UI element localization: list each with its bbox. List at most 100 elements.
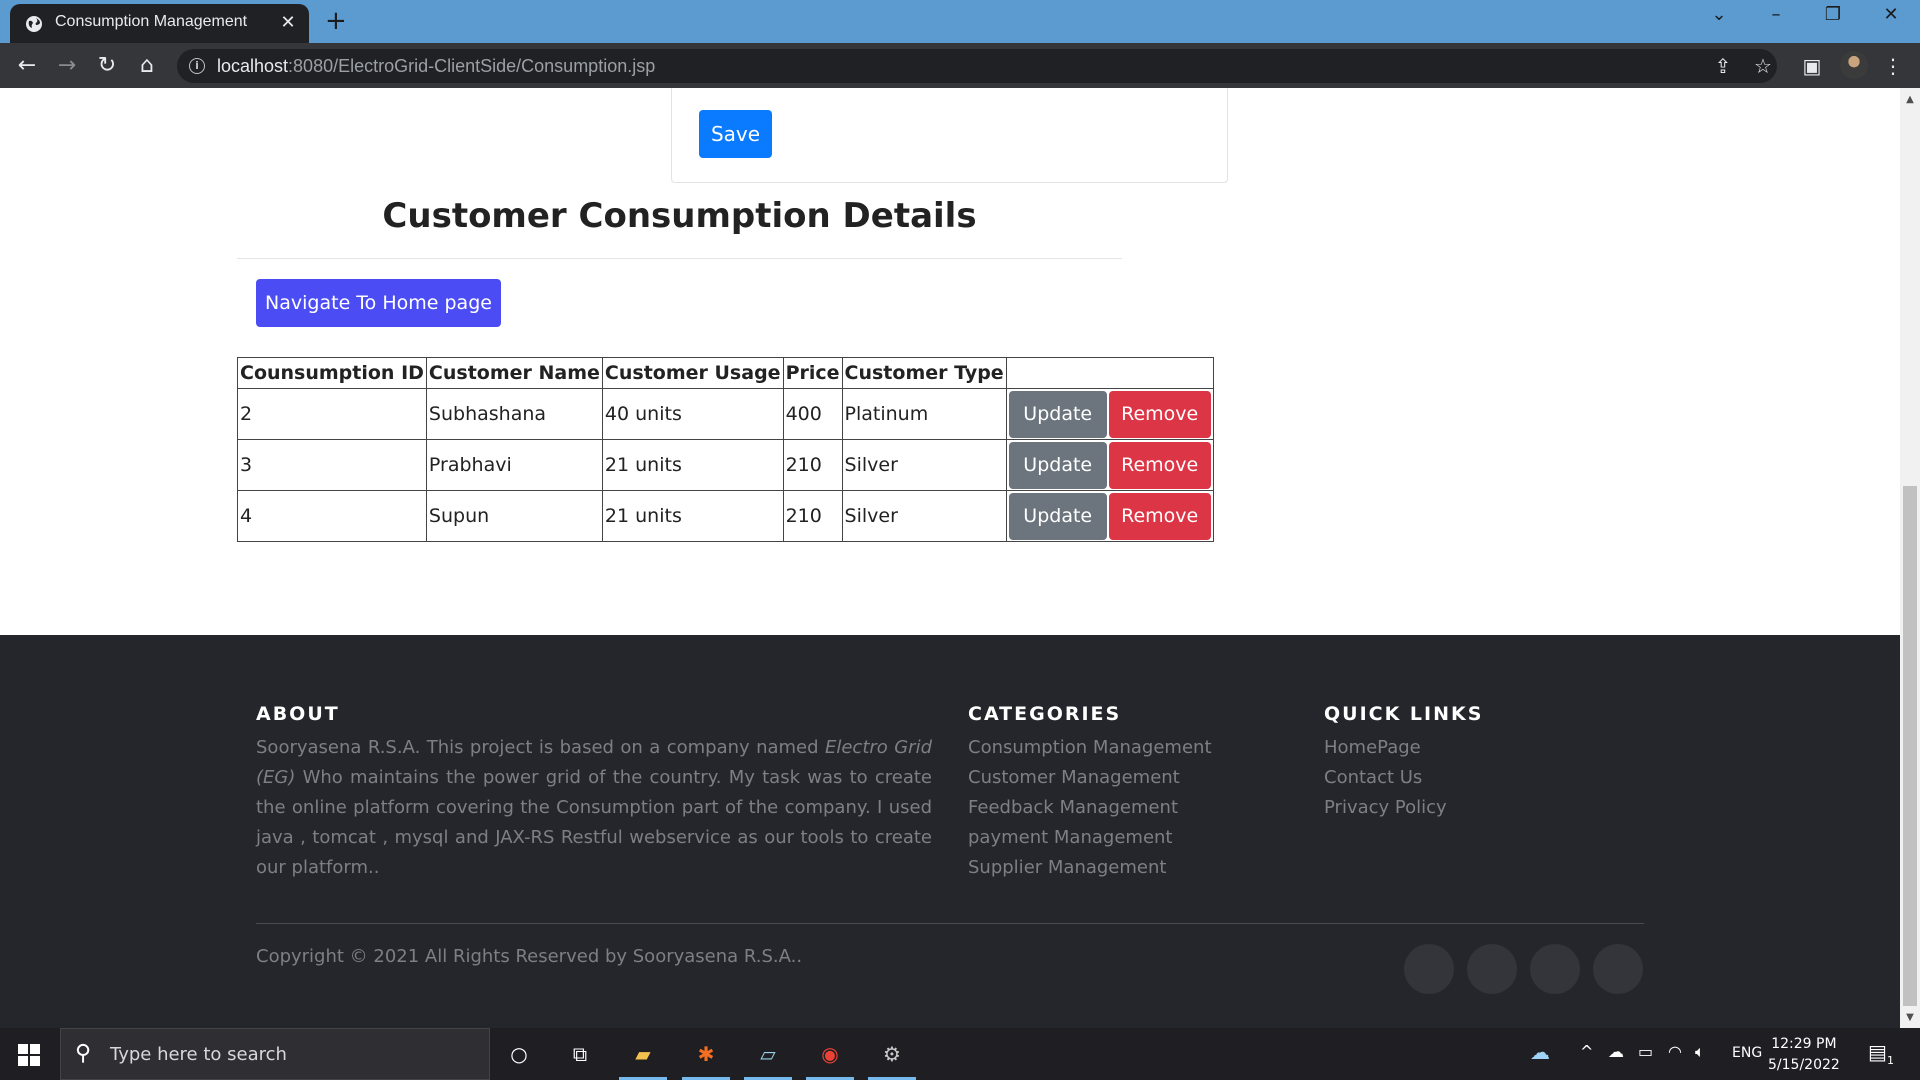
tab-search-chevron-icon[interactable]: ⌄: [1694, 4, 1744, 25]
table-row: 3 Prabhavi 21 units 210 Silver Update Rem…: [237, 439, 1214, 491]
taskbar-search-placeholder: Type here to search: [110, 1044, 287, 1065]
social-button-2[interactable]: [1467, 944, 1517, 994]
cell-usage: 21 units: [601, 439, 784, 491]
update-button[interactable]: Update: [1008, 492, 1107, 540]
chrome-icon[interactable]: ◉: [806, 1038, 854, 1080]
footer-about-text: Sooryasena R.S.A. This project is based …: [256, 737, 932, 878]
forward-arrow-icon[interactable]: →: [52, 51, 82, 81]
cortana-icon[interactable]: ○: [503, 1038, 535, 1070]
taskbar-search-box[interactable]: ⚲ Type here to search: [60, 1028, 490, 1080]
clock-time: 12:29 PM: [1771, 1036, 1837, 1052]
footer-link-feedback[interactable]: Feedback Management: [968, 793, 1212, 823]
cell-name: Prabhavi: [425, 439, 603, 491]
navigate-home-button[interactable]: Navigate To Home page: [256, 279, 501, 327]
page-title: Customer Consumption Details: [382, 196, 977, 236]
notification-count-badge: 1: [1887, 1054, 1894, 1067]
cell-name: Supun: [425, 490, 603, 542]
file-explorer-icon[interactable]: ▰: [619, 1038, 667, 1080]
home-icon[interactable]: ⌂: [132, 51, 162, 81]
cell-price: 210: [782, 490, 843, 542]
windows-start-icon[interactable]: [18, 1044, 40, 1066]
scroll-up-icon[interactable]: ▲: [1900, 92, 1920, 108]
table-row: 2 Subhashana 40 units 400 Platinum Updat…: [237, 388, 1214, 440]
cell-usage: 21 units: [601, 490, 784, 542]
taskbar-clock[interactable]: 12:29 PM 5/15/2022: [1768, 1034, 1840, 1076]
cell-type: Platinum: [841, 388, 1007, 440]
profile-avatar[interactable]: [1840, 51, 1868, 79]
cell-type: Silver: [841, 490, 1007, 542]
remove-button[interactable]: Remove: [1108, 492, 1211, 540]
header-price: Price: [782, 357, 843, 389]
share-icon[interactable]: ⇪: [1708, 51, 1738, 81]
tab-title: Consumption Management: [55, 13, 248, 30]
notepad-app-icon[interactable]: ▱: [744, 1038, 792, 1080]
browser-toolbar: ← → ↻ ⌂ i localhost:8080/ElectroGrid-Cli…: [0, 43, 1920, 88]
footer-link-supplier[interactable]: Supplier Management: [968, 853, 1212, 883]
reload-icon[interactable]: ↻: [92, 51, 122, 81]
globe-icon: [26, 16, 42, 32]
update-button[interactable]: Update: [1008, 390, 1107, 438]
browser-titlebar: Consumption Management ✕ + ⌄ – ❐ ✕: [0, 0, 1920, 43]
cell-actions: Update Remove: [1005, 490, 1214, 542]
footer-link-homepage[interactable]: HomePage: [1324, 733, 1447, 763]
windows-taskbar: ⚲ Type here to search ○ ⧉ ▰ ✱ ▱ ◉ ⚙ ☁ ^ …: [0, 1028, 1920, 1080]
url-text: localhost:8080/ElectroGrid-ClientSide/Co…: [217, 56, 656, 76]
battery-icon[interactable]: ▭: [1638, 1042, 1653, 1061]
footer-categories-list: Consumption Management Customer Manageme…: [968, 733, 1212, 883]
scroll-down-icon[interactable]: ▼: [1900, 1010, 1920, 1026]
footer-link-customer[interactable]: Customer Management: [968, 763, 1212, 793]
weather-cloud-icon[interactable]: ☁: [1530, 1040, 1550, 1064]
onedrive-icon[interactable]: ☁: [1608, 1042, 1624, 1061]
clock-date: 5/15/2022: [1768, 1057, 1840, 1073]
header-customer-type: Customer Type: [841, 357, 1007, 389]
footer-link-payment[interactable]: payment Management: [968, 823, 1212, 853]
more-menu-icon[interactable]: ⋮: [1878, 51, 1908, 81]
tray-chevron-up-icon[interactable]: ^: [1580, 1042, 1593, 1061]
remove-button[interactable]: Remove: [1108, 390, 1211, 438]
minimize-icon[interactable]: –: [1751, 4, 1801, 25]
restore-icon[interactable]: ❐: [1808, 4, 1858, 25]
title-divider: [237, 258, 1122, 259]
footer-link-consumption[interactable]: Consumption Management: [968, 733, 1212, 763]
remove-button[interactable]: Remove: [1108, 441, 1211, 489]
cell-price: 210: [782, 439, 843, 491]
cell-id: 2: [237, 388, 427, 440]
cell-type: Silver: [841, 439, 1007, 491]
social-button-1[interactable]: [1404, 944, 1454, 994]
header-customer-name: Customer Name: [425, 357, 603, 389]
search-icon: ⚲: [75, 1041, 92, 1066]
task-view-icon[interactable]: ⧉: [564, 1038, 596, 1070]
cell-id: 4: [237, 490, 427, 542]
cell-actions: Update Remove: [1005, 439, 1214, 491]
site-info-icon[interactable]: i: [189, 58, 205, 74]
tab-close-icon[interactable]: ✕: [277, 12, 299, 34]
xampp-icon[interactable]: ✱: [682, 1038, 730, 1080]
footer-categories-heading: CATEGORIES: [968, 703, 1122, 725]
close-window-icon[interactable]: ✕: [1866, 4, 1916, 25]
volume-icon[interactable]: 🔈︎: [1695, 1042, 1705, 1062]
footer-divider: [256, 923, 1644, 924]
footer-about-heading: ABOUT: [256, 703, 340, 725]
back-arrow-icon[interactable]: ←: [12, 51, 42, 81]
address-bar[interactable]: i localhost:8080/ElectroGrid-ClientSide/…: [177, 49, 1777, 83]
language-indicator[interactable]: ENG: [1732, 1045, 1762, 1061]
footer-copyright: Copyright © 2021 All Rights Reserved by …: [256, 946, 803, 967]
save-button[interactable]: Save: [699, 110, 772, 158]
footer-link-privacy[interactable]: Privacy Policy: [1324, 793, 1447, 823]
browser-tab[interactable]: Consumption Management ✕: [10, 4, 309, 43]
footer-link-contact[interactable]: Contact Us: [1324, 763, 1447, 793]
settings-gear-icon[interactable]: ⚙: [868, 1038, 916, 1080]
cell-price: 400: [782, 388, 843, 440]
social-button-4[interactable]: [1593, 944, 1643, 994]
social-button-3[interactable]: [1530, 944, 1580, 994]
header-consumption-id: Counsumption ID: [237, 357, 427, 389]
side-panel-icon[interactable]: ▣: [1797, 51, 1827, 81]
wifi-icon[interactable]: ◠: [1668, 1042, 1682, 1061]
header-customer-usage: Customer Usage: [601, 357, 784, 389]
consumption-table: Counsumption ID Customer Name Customer U…: [237, 357, 1214, 542]
bookmark-star-icon[interactable]: ☆: [1748, 51, 1778, 81]
update-button[interactable]: Update: [1008, 441, 1107, 489]
scrollbar-thumb[interactable]: [1903, 486, 1917, 1006]
new-tab-icon[interactable]: +: [325, 8, 347, 34]
notification-center-icon[interactable]: ▤: [1868, 1040, 1887, 1064]
